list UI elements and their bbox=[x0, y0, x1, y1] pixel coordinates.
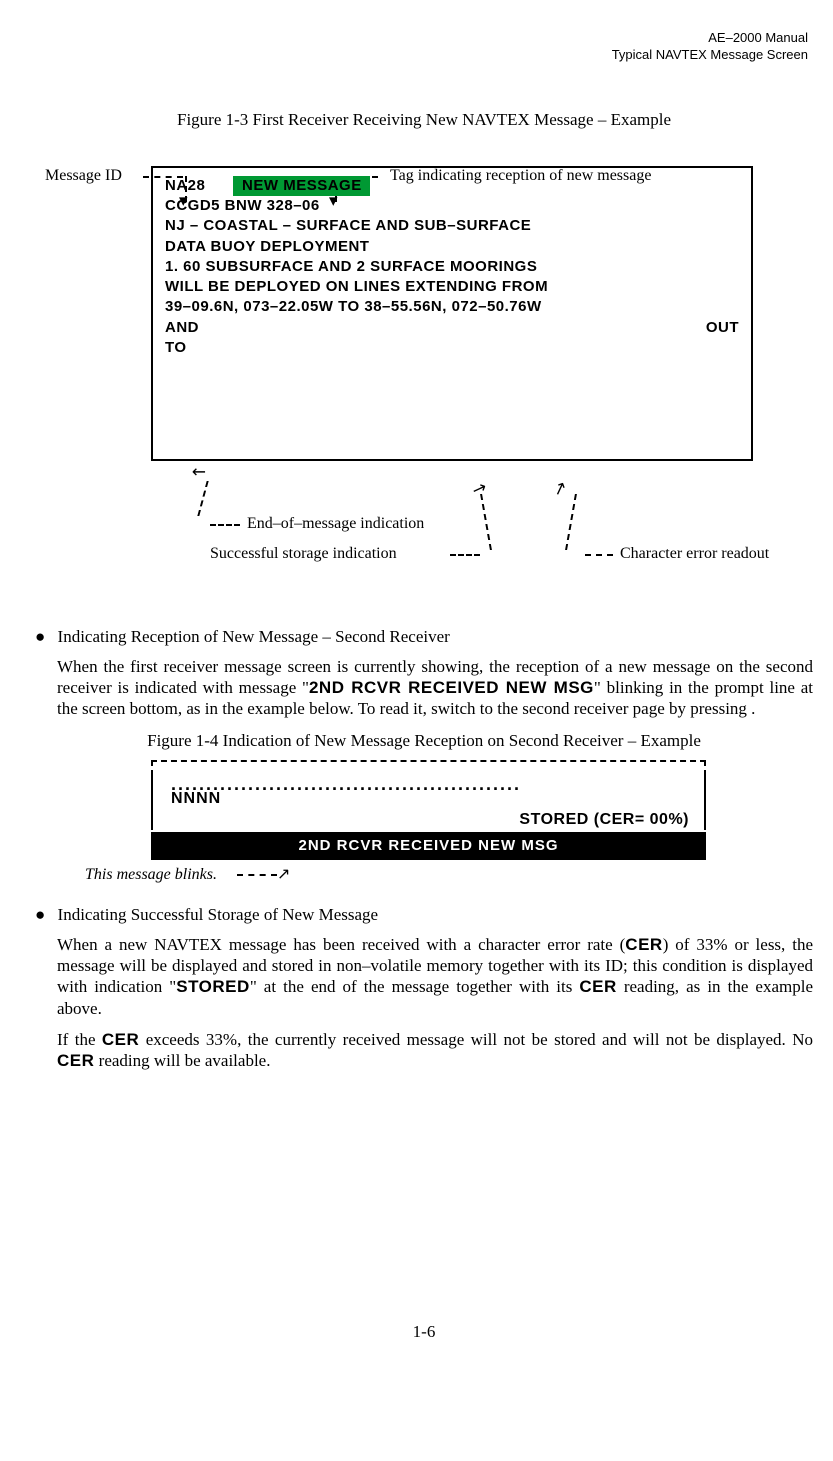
section1: ● Indicating Reception of New Message – … bbox=[35, 626, 813, 648]
msg-line6: WILL BE DEPLOYED ON LINES EXTENDING FROM bbox=[165, 277, 739, 297]
annotation-eom: End–of–message indication bbox=[247, 514, 424, 535]
figure2-box: ........................................… bbox=[151, 776, 706, 831]
new-message-tag: NEW MESSAGE bbox=[233, 176, 370, 196]
msg-line2: CCGD5 BNW 328–06 bbox=[165, 196, 739, 216]
dash-vert3 bbox=[197, 481, 208, 516]
dash-vert4 bbox=[480, 494, 492, 550]
header: AE–2000 Manual Typical NAVTEX Message Sc… bbox=[35, 30, 813, 64]
blinks-note: This message blinks. ↗ bbox=[85, 865, 813, 886]
page-number: 1-6 bbox=[35, 1321, 813, 1343]
figure1-container: Message ID ▾ Tag indicating reception of… bbox=[35, 166, 813, 596]
arrow-icon: ↗ bbox=[277, 866, 290, 883]
section2-heading: Indicating Successful Storage of New Mes… bbox=[58, 905, 379, 924]
annotation-storage: Successful storage indication bbox=[210, 544, 397, 565]
section2: ● Indicating Successful Storage of New M… bbox=[35, 904, 813, 926]
annotation-cer: Character error readout bbox=[620, 544, 769, 565]
arrow-up-icon: ↗ bbox=[469, 476, 490, 502]
msg-line1: NA28 NEW MESSAGE bbox=[165, 176, 739, 196]
section1-heading: Indicating Reception of New Message – Se… bbox=[58, 627, 450, 646]
arrow-up-icon: ↗ bbox=[550, 476, 571, 502]
dash-line3 bbox=[210, 524, 240, 526]
bullet-icon: ● bbox=[35, 904, 45, 926]
black-bar: 2ND RCVR RECEIVED NEW MSG bbox=[151, 832, 706, 860]
msg-id: NA28 bbox=[165, 177, 205, 194]
figure1-caption: Figure 1-3 First Receiver Receiving New … bbox=[35, 109, 813, 131]
header-line1: AE–2000 Manual bbox=[35, 30, 808, 47]
annotation-message-id: Message ID bbox=[45, 166, 122, 187]
dash-line4 bbox=[450, 554, 480, 556]
message-box: NA28 NEW MESSAGE CCGD5 BNW 328–06 NJ – C… bbox=[151, 166, 753, 461]
dots: ........................................… bbox=[171, 780, 694, 789]
section2-para2: If the CER exceeds 33%, the currently re… bbox=[57, 1029, 813, 1072]
msg-line5: 1. 60 SUBSURFACE AND 2 SURFACE MOORINGS bbox=[165, 257, 739, 277]
header-line2: Typical NAVTEX Message Screen bbox=[35, 47, 808, 64]
stored-line: STORED (CER= 00%) bbox=[171, 810, 694, 831]
dash-line5 bbox=[585, 554, 613, 556]
msg-line4: DATA BUOY DEPLOYMENT bbox=[165, 237, 739, 257]
msg-line8: AND OUT bbox=[165, 318, 739, 338]
figure2-container: ........................................… bbox=[151, 760, 706, 860]
bullet-icon: ● bbox=[35, 626, 45, 648]
section1-para: When the first receiver message screen i… bbox=[57, 656, 813, 720]
msg-line7: 39–09.6N, 073–22.05W TO 38–55.56N, 072–5… bbox=[165, 297, 739, 317]
dash-vert5 bbox=[565, 494, 577, 550]
section2-para1: When a new NAVTEX message has been recei… bbox=[57, 934, 813, 1019]
figure2-caption: Figure 1-4 Indication of New Message Rec… bbox=[35, 730, 813, 752]
msg-line9: TO bbox=[165, 338, 739, 358]
dash-line6 bbox=[237, 874, 277, 876]
msg-line3: NJ – COASTAL – SURFACE AND SUB–SURFACE bbox=[165, 216, 739, 236]
